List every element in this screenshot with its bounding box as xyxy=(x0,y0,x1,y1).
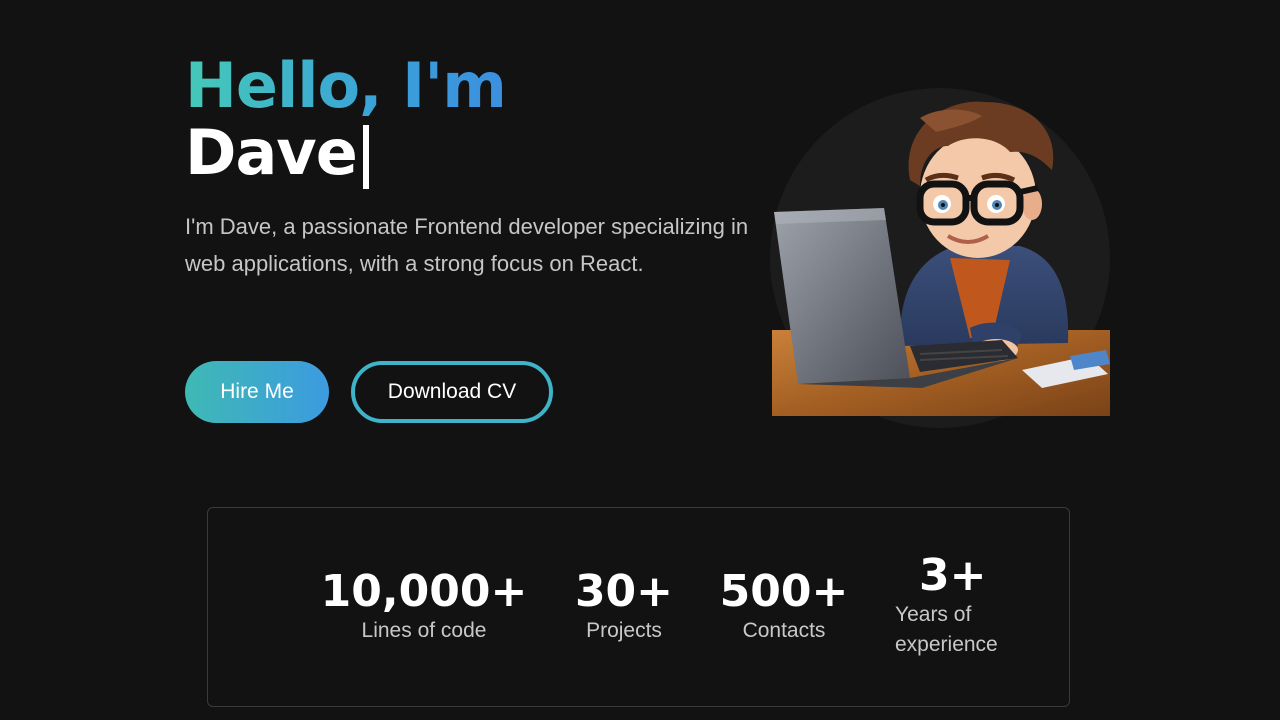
typing-cursor xyxy=(362,125,369,189)
stat-label: Projects xyxy=(586,619,662,642)
stat-label: Contacts xyxy=(742,619,826,642)
download-cv-button[interactable]: Download CV xyxy=(351,361,553,423)
stat-value: 10,000+ xyxy=(320,566,528,617)
stat-label-line2: experience xyxy=(895,633,998,656)
stat-experience: 3+ Years of experience xyxy=(895,552,1035,660)
cta-buttons: Hire Me Download CV xyxy=(185,361,553,423)
stats-panel: 10,000+ Lines of code 30+ Projects 500+ … xyxy=(207,507,1070,707)
stat-lines-of-code: 10,000+ Lines of code xyxy=(316,568,532,646)
stat-label: Lines of code xyxy=(361,619,487,642)
stat-value: 30+ xyxy=(574,566,674,617)
hero-section: Hello, I'm Dave I'm Dave, a passionate F… xyxy=(185,52,785,282)
stat-value: 3+ xyxy=(919,550,987,601)
stat-label-line1: Years of xyxy=(895,603,972,626)
developer-avatar-image xyxy=(772,101,1110,416)
greeting-heading: Hello, I'm xyxy=(185,49,507,122)
stat-contacts: 500+ Contacts xyxy=(713,568,855,646)
stat-projects: 30+ Projects xyxy=(568,568,680,646)
intro-paragraph: I'm Dave, a passionate Frontend develope… xyxy=(185,214,749,276)
name-text: Dave xyxy=(185,116,358,189)
name-heading: Dave xyxy=(185,116,785,189)
avatar-illustration xyxy=(770,88,1112,428)
hire-me-button[interactable]: Hire Me xyxy=(185,361,329,423)
portfolio-page: Hello, I'm Dave I'm Dave, a passionate F… xyxy=(0,0,1280,720)
stat-value: 500+ xyxy=(719,566,849,617)
